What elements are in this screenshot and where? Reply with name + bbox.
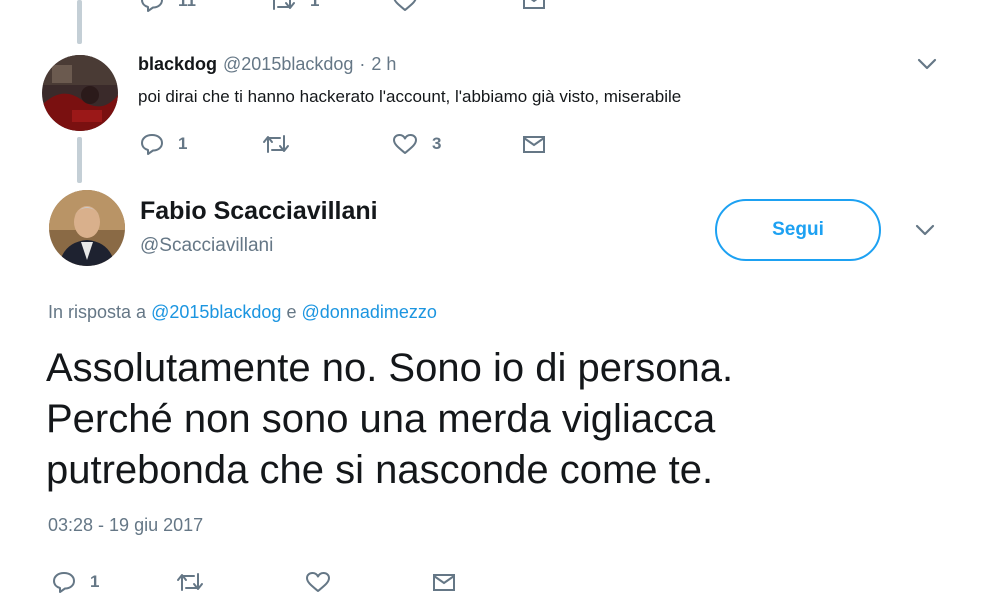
chevron-down-icon[interactable] — [916, 56, 938, 77]
top-like-action[interactable] — [392, 0, 418, 12]
reply-to-prefix: In risposta a — [48, 302, 147, 322]
retweet-action[interactable] — [176, 571, 204, 593]
reply-action[interactable]: 1 — [140, 133, 187, 155]
retweet-action[interactable] — [262, 133, 290, 155]
mention-link[interactable]: @2015blackdog — [151, 302, 281, 322]
top-dm-action[interactable] — [522, 0, 546, 10]
user-handle[interactable]: @2015blackdog — [223, 54, 353, 74]
avatar[interactable] — [42, 55, 118, 131]
reply-count: 1 — [90, 572, 100, 591]
retweet-icon — [268, 0, 296, 12]
thread-connector-top — [77, 0, 82, 44]
display-name[interactable]: blackdog — [138, 54, 217, 74]
dm-action[interactable] — [432, 572, 456, 592]
follow-button[interactable]: Segui — [715, 199, 881, 261]
dm-action[interactable] — [522, 134, 546, 154]
envelope-icon — [432, 572, 456, 592]
top-reply-action[interactable]: 11 — [140, 0, 196, 12]
tweet-text: poi dirai che ti hanno hackerato l'accou… — [138, 87, 682, 106]
mention-link[interactable]: @donnadimezzo — [302, 302, 437, 322]
separator-dot: · — [359, 54, 366, 74]
reply-action[interactable]: 1 — [52, 571, 99, 593]
tweet-timestamp[interactable]: 03:28 - 19 giu 2017 — [48, 515, 203, 536]
reply-icon — [140, 133, 164, 155]
reply-count: 11 — [178, 0, 196, 10]
reply-tweet-header: blackdog @2015blackdog · 2 h — [138, 54, 396, 75]
reply-count: 1 — [178, 134, 188, 153]
like-action[interactable]: 3 — [392, 133, 441, 155]
tweet-time[interactable]: 2 h — [371, 54, 396, 74]
retweet-icon — [176, 571, 204, 593]
tweet-text: Assolutamente no. Sono io di persona. Pe… — [46, 343, 946, 496]
reply-to-conjunction: e — [286, 302, 297, 322]
heart-icon — [392, 0, 418, 12]
envelope-icon — [522, 0, 546, 10]
avatar[interactable] — [49, 190, 125, 266]
tweet-text-line: putrebonda che si nasconde come te. — [46, 448, 714, 492]
display-name[interactable]: Fabio Scacciavillani — [140, 197, 378, 226]
heart-icon — [392, 133, 418, 155]
top-retweet-action[interactable]: 1 — [268, 0, 319, 12]
reply-icon — [140, 0, 164, 12]
retweet-icon — [262, 133, 290, 155]
envelope-icon — [522, 134, 546, 154]
thread-connector-bottom — [77, 137, 82, 183]
reply-context: In risposta a @2015blackdog e @donnadime… — [48, 302, 437, 323]
tweet-text-line: Perché non sono una merda vigliacca — [46, 397, 716, 441]
tweet-text-line: Assolutamente no. Sono io di persona. — [46, 346, 734, 390]
heart-icon — [305, 571, 331, 593]
retweet-count: 1 — [310, 0, 320, 10]
user-handle[interactable]: @Scacciavillani — [140, 235, 273, 257]
like-action[interactable] — [305, 571, 331, 593]
like-count: 3 — [432, 134, 442, 153]
chevron-down-icon[interactable] — [914, 222, 936, 243]
reply-icon — [52, 571, 76, 593]
